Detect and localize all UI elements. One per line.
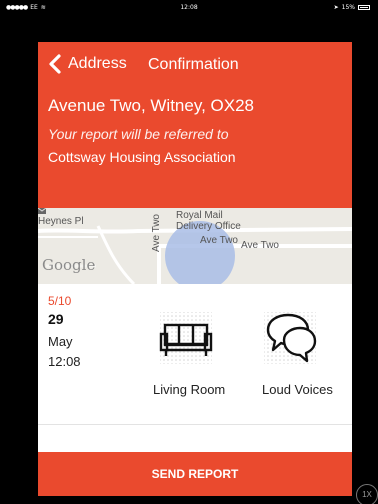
map-road-label-2: Ave Two (241, 240, 279, 251)
back-button-label: Address (68, 55, 127, 72)
report-time: 12:08 (48, 354, 81, 369)
back-button[interactable]: Address (46, 52, 127, 76)
map-label-delivery-office: Delivery Office (176, 221, 241, 232)
divider (38, 424, 352, 425)
noise-type-label: Loud Voices (262, 382, 333, 397)
confirmation-panel: Address Confirmation Avenue Two, Witney,… (38, 42, 352, 496)
noise-type-tile[interactable]: Loud Voices (254, 310, 350, 410)
send-report-button[interactable]: SEND REPORT (38, 452, 352, 496)
header: Address Confirmation Avenue Two, Witney,… (38, 42, 352, 208)
post-office-icon (38, 208, 46, 214)
navigation-bar: Address Confirmation (38, 42, 352, 86)
housing-association-name: Cottsway Housing Association (48, 149, 236, 165)
chevron-left-icon (49, 54, 61, 74)
status-bar-time: 12:08 (180, 4, 198, 11)
report-progress: 5/10 (48, 294, 72, 308)
status-bar: ●●●●● EE ≋ 12:08 ➤ 15% (0, 0, 378, 14)
map-road-label-vertical: Ave Two (151, 214, 162, 252)
report-month: May (48, 334, 73, 349)
report-address: Avenue Two, Witney, OX28 (48, 96, 255, 115)
location-label: Living Room (153, 382, 226, 397)
referral-note: Your report will be referred to (48, 126, 229, 142)
report-day: 29 (48, 311, 64, 327)
status-bar-right: ➤ 15% (334, 4, 370, 11)
speech-bubbles-icon (264, 312, 317, 364)
google-watermark: Google (42, 256, 96, 274)
location-map[interactable]: Heynes Pl Royal Mail Delivery Office Ave… (38, 208, 352, 284)
location-tile[interactable]: Living Room (144, 310, 240, 410)
page-title: Confirmation (148, 56, 239, 73)
map-road-label: Ave Two (200, 235, 238, 246)
map-label-heynes: Heynes Pl (38, 216, 84, 227)
location-arrow-icon: ➤ (333, 4, 339, 11)
zoom-badge[interactable]: 1X (356, 484, 378, 504)
sofa-icon (159, 312, 213, 364)
battery-percent: 15% (341, 4, 355, 11)
map-label-royal-mail: Royal Mail (176, 210, 223, 221)
report-summary: 5/10 29 May 12:08 Living Room Loud Voice… (38, 284, 352, 424)
battery-icon (358, 5, 370, 10)
